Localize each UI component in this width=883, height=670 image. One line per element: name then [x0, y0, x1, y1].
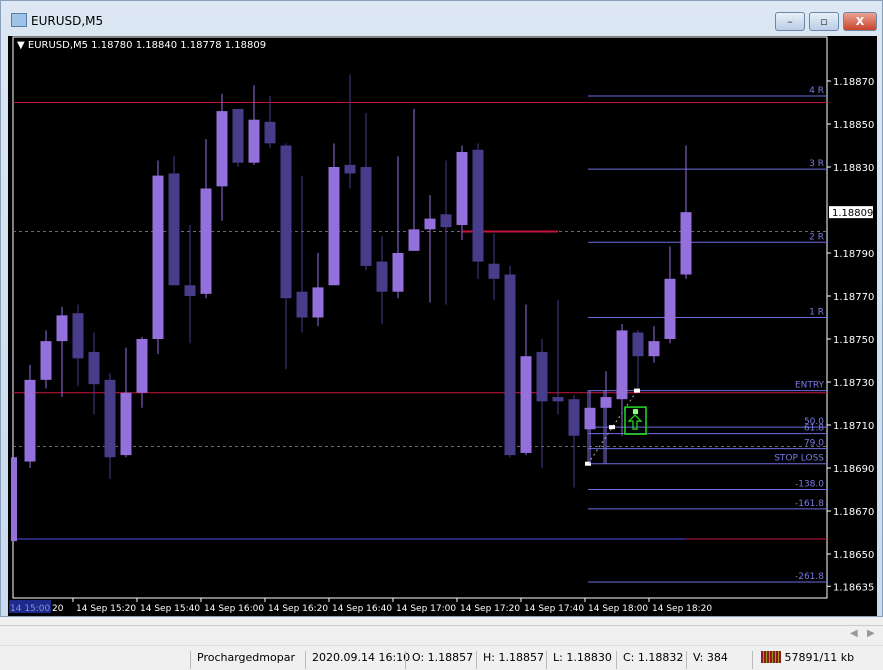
status-datetime: 2020.09.14 16:10: [305, 651, 410, 669]
price-tick-label: 1.18730: [833, 378, 874, 389]
symbol-ohlc: EURUSD,M5 1.18780 1.18840 1.18778 1.1880…: [27, 40, 267, 51]
bearish-candle: [552, 397, 564, 402]
bullish-candle: [664, 278, 676, 339]
bearish-candle: [568, 399, 580, 436]
time-tick-label: 14 Sep 16:20: [268, 604, 328, 614]
status-high: H: 1.18857: [476, 651, 544, 669]
bearish-candle: [360, 167, 372, 266]
bearish-candle: [88, 351, 100, 385]
fib-level-label: -261.8: [795, 572, 824, 582]
fib-level-label: 79.0: [804, 439, 824, 449]
bullish-candle: [152, 175, 164, 339]
signal-marker: [633, 409, 638, 415]
status-profile[interactable]: Prochargedmopar: [190, 651, 295, 669]
bullish-candle: [616, 330, 628, 400]
price-tick-label: 1.18670: [833, 507, 874, 518]
bullish-candle: [392, 253, 404, 292]
fib-level-label: 1 R: [809, 308, 824, 318]
fib-level-label: 61.8: [804, 424, 824, 434]
fib-level-label: 3 R: [809, 159, 824, 169]
bearish-candle: [472, 149, 484, 262]
bullish-candle: [24, 379, 36, 462]
time-tick-label-partial: 20: [52, 604, 64, 614]
time-tick-label: 14 Sep 18:00: [588, 604, 648, 614]
price-tick-label: 1.18850: [833, 120, 874, 131]
bullish-candle: [520, 356, 532, 453]
bearish-candle: [264, 121, 276, 144]
bullish-candle: [680, 212, 692, 275]
bearish-candle: [280, 145, 292, 299]
scroll-right-icon[interactable]: ▶: [867, 628, 875, 639]
time-tick-label: 14 Sep 16:40: [332, 604, 392, 614]
bullish-candle: [40, 341, 52, 380]
chart-canvas[interactable]: 4 R3 R2 R1 RENTRY50.061.879.0STOP LOSS-1…: [0, 0, 883, 620]
status-volume: V: 384: [686, 651, 728, 669]
status-open: O: 1.18857: [405, 651, 473, 669]
time-tick-label: 14 Sep 18:20: [652, 604, 712, 614]
fib-level-label: 4 R: [809, 86, 824, 96]
bullish-candle: [328, 167, 340, 286]
bearish-candle: [72, 313, 84, 359]
bullish-candle: [11, 457, 17, 542]
bullish-candle: [648, 341, 660, 357]
time-tick-label: 14 Sep 15:40: [140, 604, 200, 614]
price-tick-label: 1.18870: [833, 77, 874, 88]
status-low: L: 1.18830: [546, 651, 612, 669]
bullish-candle: [56, 315, 68, 342]
bullish-candle: [584, 407, 596, 430]
price-tick-label: 1.18830: [833, 163, 874, 174]
fib-level-label: ENTRY: [795, 381, 825, 391]
fib-anchor-handle: [634, 388, 640, 393]
price-tick-label: 1.18770: [833, 292, 874, 303]
bearish-candle: [536, 351, 548, 402]
bullish-candle: [600, 397, 612, 408]
time-tick-label: 14 Sep 16:00: [204, 604, 264, 614]
time-tick-label: 14 Sep 17:20: [460, 604, 520, 614]
status-close: C: 1.18832: [616, 651, 683, 669]
fib-level-label: STOP LOSS: [774, 454, 824, 464]
bearish-candle: [168, 173, 180, 286]
bullish-candle: [200, 188, 212, 294]
connection-bars-icon: [761, 651, 781, 663]
traffic-text: 57891/11 kb: [784, 651, 855, 664]
bullish-candle: [216, 111, 228, 187]
bearish-candle: [296, 291, 308, 318]
chart-header: ▼ EURUSD,M5 1.18780 1.18840 1.18778 1.18…: [17, 40, 267, 51]
bullish-candle: [424, 218, 436, 230]
price-tick-label: 1.18690: [833, 464, 874, 475]
price-tick-label: 1.18750: [833, 335, 874, 346]
bearish-candle: [488, 263, 500, 279]
status-traffic: 57891/11 kb: [752, 651, 854, 669]
price-tick-label: 1.18650: [833, 550, 874, 561]
price-tick-label: 1.18710: [833, 421, 874, 432]
bearish-candle: [232, 108, 244, 163]
bullish-candle: [136, 339, 148, 393]
bullish-candle: [312, 287, 324, 318]
bearish-candle: [440, 214, 452, 228]
bearish-candle: [344, 164, 356, 174]
bearish-candle: [504, 274, 516, 456]
bearish-candle: [376, 261, 388, 292]
bullish-candle: [456, 151, 468, 226]
fib-level-label: -138.0: [795, 480, 824, 490]
fib-level-label: 2 R: [809, 232, 824, 242]
scroll-left-icon[interactable]: ◀: [850, 628, 858, 639]
bearish-candle: [104, 379, 116, 458]
fib-anchor-handle: [609, 425, 615, 430]
price-tick-label: 1.18790: [833, 249, 874, 260]
fib-level-label: -161.8: [795, 499, 824, 509]
bullish-candle: [248, 119, 260, 163]
bullish-candle: [408, 229, 420, 251]
time-cursor-label: 14 15:00: [10, 604, 51, 614]
time-tick-label: 14 Sep 15:20: [76, 604, 136, 614]
bearish-candle: [632, 332, 644, 357]
scroll-row: [0, 625, 883, 645]
time-tick-label: 14 Sep 17:00: [396, 604, 456, 614]
bearish-candle: [184, 285, 196, 296]
current-price-label: 1.18809: [832, 208, 873, 219]
status-bar: Prochargedmopar 2020.09.14 16:10 O: 1.18…: [0, 645, 883, 670]
bullish-candle: [120, 392, 132, 456]
time-tick-label: 14 Sep 17:40: [524, 604, 584, 614]
price-tick-label: 1.18635: [833, 582, 874, 593]
